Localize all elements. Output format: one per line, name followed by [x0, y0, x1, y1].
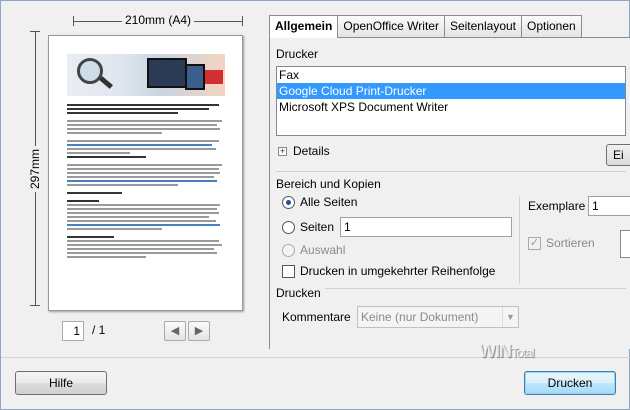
all-pages-option[interactable]: Alle Seiten	[282, 193, 357, 211]
reverse-order-checkbox[interactable]	[282, 264, 295, 278]
page-width-label: 210mm (A4)	[121, 13, 195, 27]
printer-section-title: Drucker	[276, 47, 319, 61]
all-pages-radio[interactable]	[282, 195, 295, 209]
reverse-order-label: Drucken in umgekehrter Reihenfolge	[300, 264, 496, 278]
page-number-input[interactable]: 1	[62, 321, 84, 341]
help-button[interactable]: Hilfe	[15, 371, 107, 395]
plus-icon: +	[278, 145, 287, 156]
chevron-right-icon: ▶	[194, 325, 204, 337]
chevron-left-icon: ◀	[170, 325, 180, 337]
pages-label: Seiten	[300, 220, 335, 234]
divider	[276, 171, 626, 172]
printer-item-fax[interactable]: Fax	[277, 67, 625, 83]
tab-seitenlayout[interactable]: Seitenlayout	[443, 15, 522, 37]
copies-label: Exemplare	[528, 199, 586, 213]
collate-option: ✓ Sortieren	[528, 234, 595, 252]
reverse-order-option[interactable]: Drucken in umgekehrter Reihenfolge	[282, 262, 495, 280]
preview-banner-image	[67, 54, 225, 96]
selection-label: Auswahl	[300, 243, 346, 257]
tab-panel-allgemein: Drucker Fax Google Cloud Print-Drucker M…	[269, 37, 630, 349]
tab-allgemein[interactable]: Allgemein	[269, 15, 339, 38]
page-width-dimension: 210mm (A4)	[73, 13, 243, 29]
printer-item-google-cloud-print[interactable]: Google Cloud Print-Drucker	[277, 83, 625, 99]
print-button[interactable]: Drucken	[524, 371, 616, 395]
collate-icon	[620, 230, 630, 258]
collate-checkbox: ✓	[528, 236, 541, 250]
collate-label: Sortieren	[546, 236, 595, 250]
selection-option: Auswahl	[282, 241, 345, 259]
details-label: Details	[293, 144, 330, 158]
printer-list[interactable]: Fax Google Cloud Print-Drucker Microsoft…	[276, 66, 626, 136]
comments-label: Kommentare	[282, 310, 351, 324]
details-expander[interactable]: + Details	[278, 144, 330, 158]
page-preview	[48, 35, 243, 311]
tab-optionen[interactable]: Optionen	[521, 15, 582, 37]
preview-text-block	[67, 104, 225, 260]
pages-option[interactable]: Seiten	[282, 218, 334, 236]
page-height-dimension: 297mm	[28, 31, 43, 306]
button-bar-divider	[1, 357, 630, 358]
copies-input[interactable]: 1	[588, 196, 630, 216]
print-dialog: 210mm (A4) 297mm 1 / 1 ◀ ▶ Allgemein Ope…	[0, 0, 630, 410]
all-pages-label: Alle Seiten	[300, 195, 358, 209]
next-page-button[interactable]: ▶	[188, 321, 210, 341]
tab-openoffice-writer[interactable]: OpenOffice Writer	[337, 15, 445, 37]
page-navigator: 1 / 1 ◀ ▶	[62, 321, 242, 341]
page-height-label: 297mm	[28, 145, 42, 192]
divider	[276, 288, 626, 289]
tab-bar: Allgemein OpenOffice Writer Seitenlayout…	[269, 15, 582, 38]
previous-page-button[interactable]: ◀	[164, 321, 186, 341]
vertical-divider	[519, 196, 520, 284]
properties-button[interactable]: Ei	[606, 144, 630, 166]
printer-item-xps-writer[interactable]: Microsoft XPS Document Writer	[277, 99, 625, 115]
range-section-title: Bereich und Kopien	[276, 177, 381, 191]
page-total-label: / 1	[92, 323, 106, 337]
print-section-title: Drucken	[276, 286, 325, 300]
selection-radio	[282, 243, 295, 257]
chevron-down-icon: ▼	[502, 307, 518, 327]
pages-input[interactable]: 1	[340, 217, 512, 237]
comments-select: Keine (nur Dokument) ▼	[357, 306, 519, 328]
preview-panel: 210mm (A4) 297mm 1 / 1 ◀ ▶	[7, 7, 260, 354]
pages-radio[interactable]	[282, 220, 295, 234]
watermark: WINTotal	[479, 341, 534, 361]
